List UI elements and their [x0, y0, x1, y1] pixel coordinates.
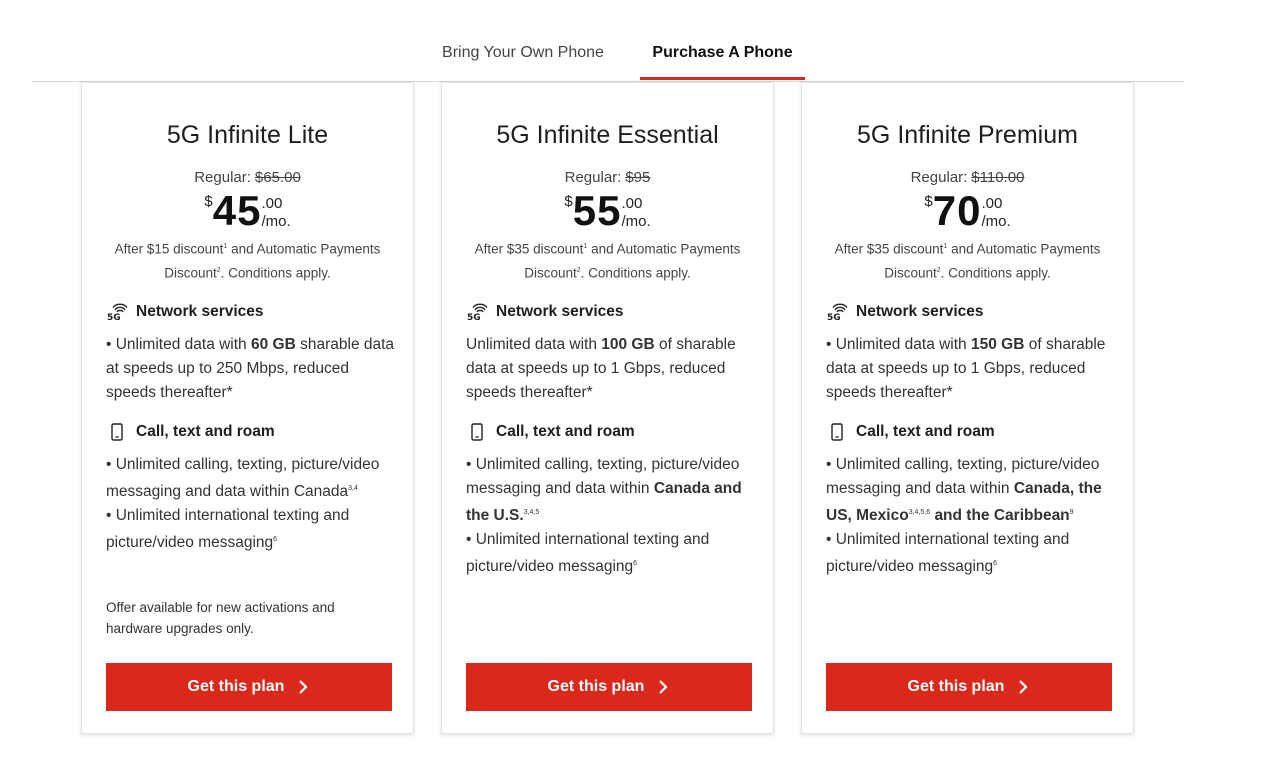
disclaimer-text: After $15 discount	[114, 241, 224, 257]
price-currency: $	[564, 193, 573, 210]
price-amount: 70	[932, 187, 982, 234]
price-currency: $	[204, 193, 213, 210]
regular-label: Regular:	[194, 169, 251, 186]
5g-signal-icon: 5G	[106, 303, 130, 323]
svg-text:5G: 5G	[827, 313, 841, 321]
calling-description: • Unlimited calling, texting, picture/vi…	[826, 453, 1115, 579]
phone-icon	[466, 423, 490, 441]
price-disclaimer: After $35 discount1 and Automatic Paymen…	[460, 236, 755, 283]
5g-signal-icon: 5G	[826, 303, 850, 323]
calling-regions: and the Caribbean	[934, 507, 1070, 525]
plan-card-2: 5G Infinite Essential Regular: $95 $55.00…	[441, 82, 774, 734]
plan-price: $70.00/mo.	[802, 187, 1133, 235]
call-text-roam-heading: Call, text and roam	[826, 423, 995, 445]
plan-type-tabs: Bring Your Own Phone Purchase A Phone	[32, 0, 1184, 82]
disclaimer-text: After $35 discount	[834, 241, 944, 257]
price-period: /mo.	[261, 213, 291, 230]
price-cents: .00	[621, 195, 643, 212]
get-this-plan-button[interactable]: Get this plan	[826, 663, 1112, 711]
plan-title: 5G Infinite Premium	[857, 121, 1078, 149]
calling-description: • Unlimited calling, texting, picture/vi…	[106, 453, 395, 555]
calling-description: • Unlimited calling, texting, picture/vi…	[466, 453, 755, 579]
button-label: Get this plan	[907, 678, 1005, 695]
data-description: • Unlimited data with 60 GB sharable dat…	[106, 333, 395, 405]
price-amount: 55	[572, 187, 622, 234]
regular-label: Regular:	[564, 169, 622, 186]
call-text-roam-heading: Call, text and roam	[466, 423, 635, 445]
5g-signal-icon: 5G	[466, 303, 490, 323]
call-text-roam-label: Call, text and roam	[856, 423, 995, 441]
network-services-label: Network services	[136, 303, 264, 321]
data-text: • Unlimited data with	[106, 336, 251, 353]
regular-price: Regular: $110.00	[802, 169, 1133, 186]
footnote-ref[interactable]: 3,4,5,6	[909, 509, 930, 516]
regular-price: Regular: $95	[442, 169, 773, 186]
price-period: /mo.	[981, 213, 1011, 230]
data-description: Unlimited data with 100 GB of sharable d…	[466, 333, 755, 405]
call-text-roam-heading: Call, text and roam	[106, 423, 275, 445]
tab-purchase-a-phone[interactable]: Purchase A Phone	[640, 44, 805, 80]
phone-icon	[106, 423, 130, 441]
get-this-plan-button[interactable]: Get this plan	[106, 663, 392, 711]
button-label: Get this plan	[547, 678, 645, 695]
plan-title: 5G Infinite Lite	[166, 121, 329, 149]
call-text-roam-label: Call, text and roam	[496, 423, 635, 441]
disclaimer-text: . Conditions apply.	[940, 265, 1051, 280]
plan-price: $45.00/mo.	[82, 187, 413, 235]
calling-text: • Unlimited calling, texting, picture/vi…	[106, 456, 380, 501]
chevron-right-icon	[1016, 680, 1030, 694]
regular-price-value: $110.00	[971, 169, 1025, 186]
network-services-heading: 5G Network services	[106, 303, 264, 325]
footnote-ref[interactable]: 6	[633, 560, 637, 567]
network-services-label: Network services	[496, 303, 624, 321]
price-disclaimer: After $35 discount1 and Automatic Paymen…	[820, 236, 1115, 283]
plan-card-1: 5G Infinite Lite Regular: $65.00 $45.00/m…	[81, 82, 414, 734]
data-amount: 100 GB	[601, 336, 655, 353]
price-currency: $	[924, 193, 933, 210]
button-label: Get this plan	[187, 678, 285, 695]
international-text: • Unlimited international texting and pi…	[826, 531, 1070, 576]
svg-text:5G: 5G	[107, 313, 121, 321]
network-services-heading: 5G Network services	[826, 303, 984, 325]
data-amount: 60 GB	[251, 336, 296, 353]
footnote-ref[interactable]: 9	[1070, 509, 1074, 516]
data-description: • Unlimited data with 150 GB of sharable…	[826, 333, 1115, 405]
network-services-heading: 5G Network services	[466, 303, 624, 325]
call-text-roam-label: Call, text and roam	[136, 423, 275, 441]
plan-card-3: 5G Infinite Premium Regular: $110.00 $70.…	[801, 82, 1134, 734]
offer-note: Offer available for new activations and …	[106, 600, 335, 636]
footnote-ref[interactable]: 6	[273, 536, 277, 543]
plan-title: 5G Infinite Essential	[496, 121, 719, 149]
svg-text:5G: 5G	[467, 313, 481, 321]
footnote-ref[interactable]: 3,4,5	[524, 509, 540, 516]
regular-price-value: $65.00	[254, 169, 301, 186]
disclaimer-text: After $35 discount	[474, 241, 584, 257]
disclaimer-text: . Conditions apply.	[220, 265, 331, 280]
regular-label: Regular:	[910, 169, 968, 186]
footnote-ref[interactable]: 6	[993, 560, 997, 567]
price-amount: 45	[212, 187, 262, 234]
regular-price-value: $95	[625, 169, 651, 186]
data-text: • Unlimited data with	[826, 336, 971, 353]
chevron-right-icon	[656, 680, 670, 694]
plan-price: $55.00/mo.	[442, 187, 773, 235]
phone-icon	[826, 423, 850, 441]
data-amount: 150 GB	[971, 336, 1025, 353]
data-text: Unlimited data with	[466, 336, 602, 353]
regular-price: Regular: $65.00	[82, 169, 413, 186]
price-cents: .00	[981, 195, 1003, 212]
chevron-right-icon	[296, 680, 310, 694]
tab-bring-your-own-phone[interactable]: Bring Your Own Phone	[410, 44, 636, 80]
get-this-plan-button[interactable]: Get this plan	[466, 663, 752, 711]
international-text: • Unlimited international texting and pi…	[106, 507, 350, 552]
price-cents: .00	[261, 195, 283, 212]
network-services-label: Network services	[856, 303, 984, 321]
international-text: • Unlimited international texting and pi…	[466, 531, 710, 576]
disclaimer-text: . Conditions apply.	[580, 265, 691, 280]
footnote-ref[interactable]: 3,4	[348, 485, 358, 492]
price-disclaimer: After $15 discount1 and Automatic Paymen…	[100, 236, 395, 283]
price-period: /mo.	[621, 213, 651, 230]
